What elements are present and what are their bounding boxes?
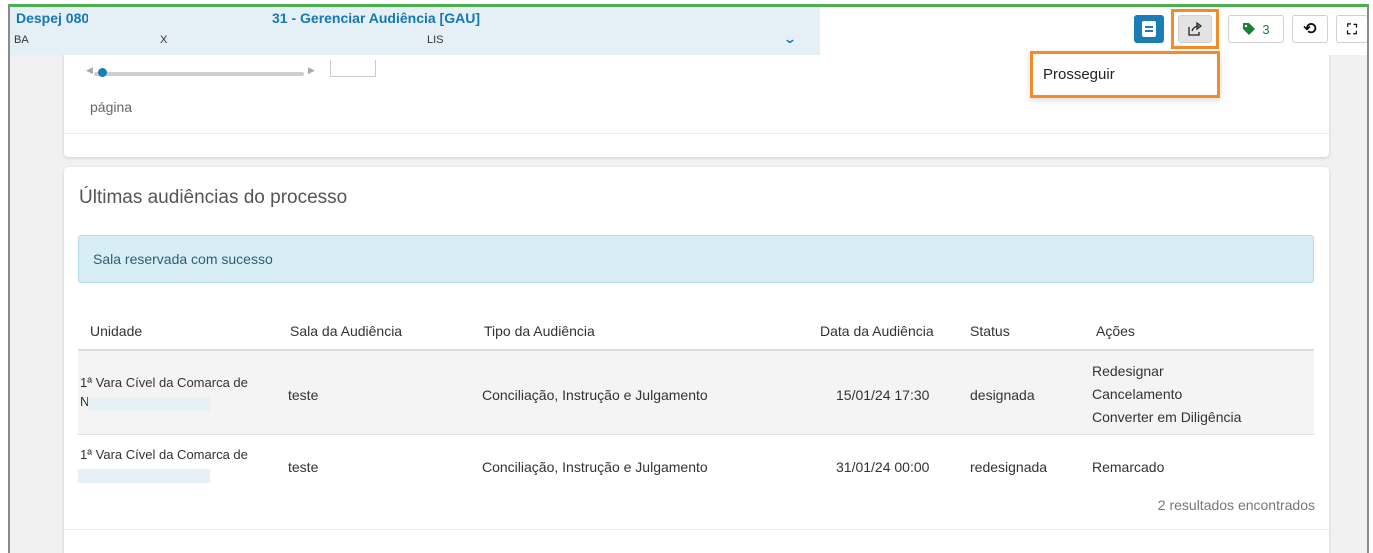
page-slider[interactable]	[94, 72, 304, 76]
actions-dropdown: Prosseguir	[1030, 51, 1220, 98]
page-slider-handle[interactable]	[98, 68, 107, 77]
document-button[interactable]	[1134, 15, 1164, 43]
divider	[64, 529, 1329, 530]
action-remarcado[interactable]: Remarcado	[1092, 459, 1164, 475]
tags-button[interactable]: 3	[1228, 15, 1284, 43]
table-row: 1ª Vara Cível da Comarca de teste Concil…	[78, 435, 1314, 497]
cell-status: redesignada	[970, 459, 1048, 475]
process-header[interactable]: Despej 080: 31 - Gerenciar Audiência [GA…	[10, 7, 820, 55]
cell-tipo: Conciliação, Instrução e Julgamento	[482, 387, 708, 403]
fullscreen-icon: ⛶	[1347, 20, 1357, 37]
process-number: Despej 080:	[16, 10, 94, 26]
chevron-down-icon[interactable]: ⌄	[780, 31, 801, 47]
page-number-input[interactable]	[330, 60, 376, 77]
cell-status: designada	[970, 387, 1035, 403]
column-header-acoes: Ações	[1096, 323, 1135, 339]
cell-unidade: 1ª Vara Cível da Comarca de	[80, 375, 248, 390]
alert-message: Sala reservada com sucesso	[93, 251, 273, 267]
divider	[64, 133, 1329, 134]
slider-right-arrow-icon[interactable]: ▶	[308, 65, 315, 76]
app-frame: Despej 080: 31 - Gerenciar Audiência [GA…	[8, 4, 1369, 553]
results-count: 2 resultados encontrados	[1157, 497, 1315, 513]
share-icon	[1188, 21, 1202, 36]
tag-icon	[1243, 23, 1256, 35]
cell-data: 31/01/24 00:00	[836, 459, 930, 475]
action-redesignar[interactable]: Redesignar	[1092, 363, 1164, 379]
action-converter-diligencia[interactable]: Converter em Diligência	[1092, 409, 1241, 425]
column-header-data: Data da Audiência	[820, 323, 934, 339]
party-name-1: BA	[14, 34, 29, 46]
page-label: página	[90, 99, 133, 115]
column-header-sala: Sala da Audiência	[290, 323, 403, 339]
fullscreen-button[interactable]: ⛶	[1336, 15, 1367, 43]
action-cancelamento[interactable]: Cancelamento	[1092, 386, 1182, 402]
cell-tipo: Conciliação, Instrução e Julgamento	[482, 459, 708, 475]
table-row: 1ª Vara Cível da Comarca de N teste Conc…	[78, 351, 1314, 435]
slider-left-arrow-icon[interactable]: ◀	[86, 65, 93, 76]
column-header-unidade: Unidade	[90, 323, 143, 339]
hearings-card: Últimas audiências do processo Sala rese…	[64, 167, 1329, 553]
redacted-area	[88, 397, 210, 411]
tags-count: 3	[1262, 21, 1270, 37]
document-icon	[1142, 21, 1156, 37]
column-header-tipo: Tipo da Audiência	[484, 323, 595, 339]
top-bar: Despej 080: 31 - Gerenciar Audiência [GA…	[10, 7, 1367, 55]
share-button[interactable]	[1178, 15, 1212, 43]
cell-data: 15/01/24 17:30	[836, 387, 930, 403]
history-icon: ⟲	[1303, 21, 1317, 38]
menu-item-prosseguir[interactable]: Prosseguir	[1043, 66, 1115, 83]
success-alert: Sala reservada com sucesso	[78, 235, 1314, 283]
cell-sala: teste	[288, 387, 319, 403]
page-title: 31 - Gerenciar Audiência [GAU]	[272, 10, 480, 26]
cell-unidade: 1ª Vara Cível da Comarca de	[80, 447, 248, 462]
cell-sala: teste	[288, 459, 319, 475]
redacted-area	[88, 9, 272, 27]
history-button[interactable]: ⟲	[1292, 15, 1328, 43]
redacted-area	[78, 469, 210, 483]
party-separator: X	[160, 34, 168, 46]
party-name-2: LIS	[427, 34, 444, 46]
section-title: Últimas audiências do processo	[79, 187, 348, 208]
column-header-status: Status	[970, 323, 1010, 339]
